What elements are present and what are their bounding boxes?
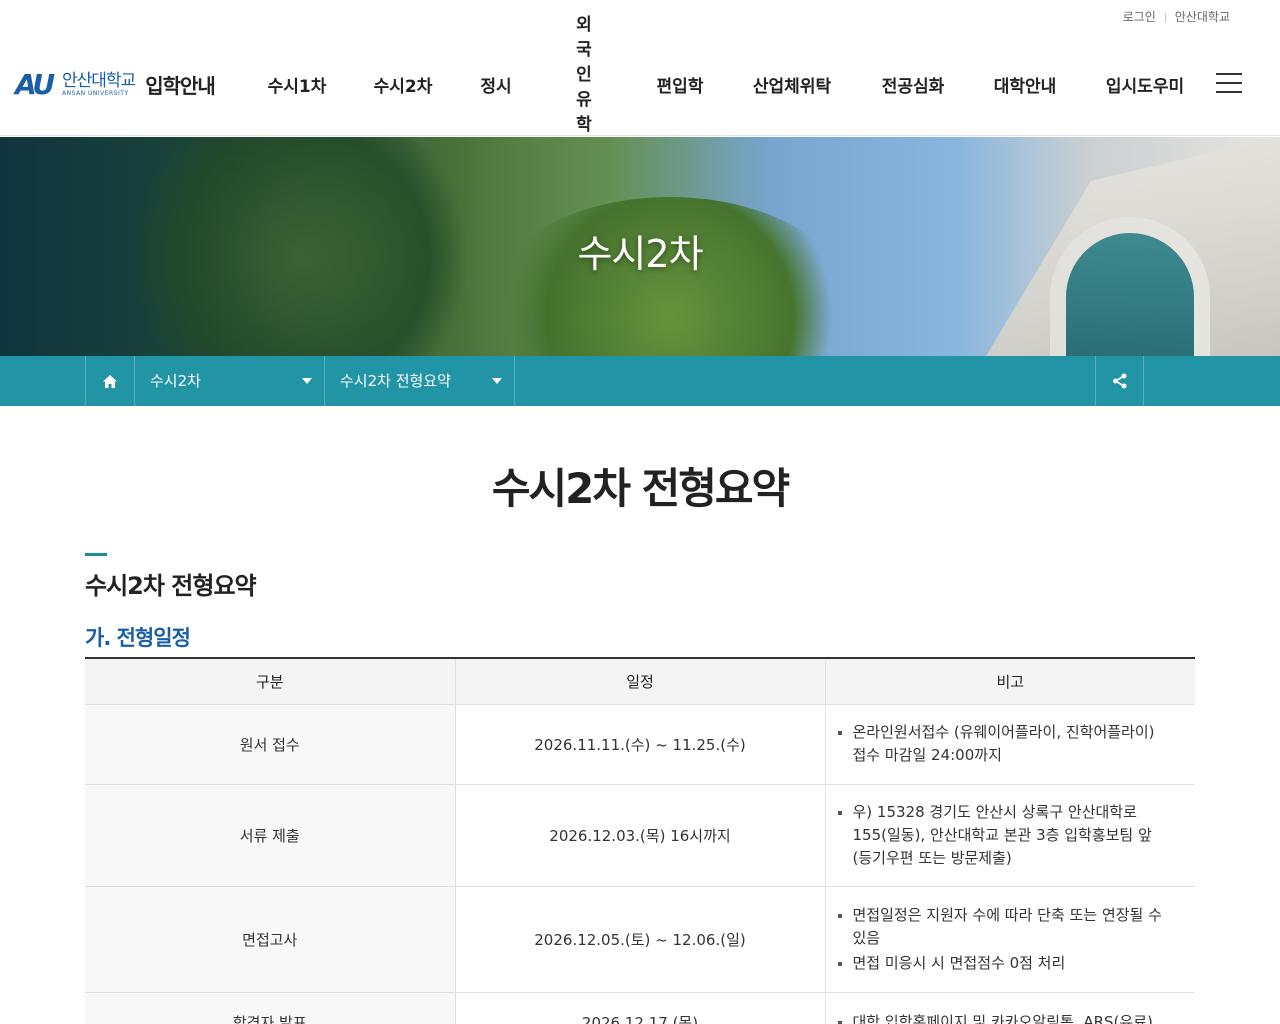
note-item: 면접 미응시 시 면접점수 0점 처리 bbox=[837, 952, 1176, 975]
schedule-table: 구분 일정 비고 원서 접수 2026.11.11.(수) ~ 11.25.(수… bbox=[85, 657, 1195, 1024]
logo-mark: AU bbox=[15, 68, 55, 101]
utility-links: 로그인 안산대학교 bbox=[1123, 8, 1230, 25]
subsection-title: 가. 전형일정 bbox=[85, 626, 191, 650]
table-row: 합격자 발표 2026.12.17.(목) 대학 입학홈페이지 및 카카오알림톡… bbox=[85, 992, 1195, 1024]
logo[interactable]: AU 안산대학교 ANSAN UNIVERSITY 입학안내 bbox=[15, 68, 216, 101]
nav-about[interactable]: 대학안내 bbox=[994, 75, 1057, 100]
table-header-row: 구분 일정 비고 bbox=[85, 658, 1195, 705]
row-category: 합격자 발표 bbox=[85, 992, 456, 1024]
table-header: 비고 bbox=[825, 658, 1195, 705]
home-icon bbox=[103, 374, 117, 388]
hero-banner: 수시2차 bbox=[0, 137, 1280, 356]
nav-transfer[interactable]: 편입학 bbox=[657, 75, 704, 100]
section-title: 수시2차 전형요약 bbox=[85, 572, 257, 600]
site-name: 입학안내 bbox=[145, 74, 216, 98]
note-item: 우) 15328 경기도 안산시 상록구 안산대학로 155(일동), 안산대학… bbox=[837, 801, 1176, 870]
row-category: 면접고사 bbox=[85, 886, 456, 993]
row-date: 2026.11.11.(수) ~ 11.25.(수) bbox=[455, 704, 826, 785]
row-category: 서류 제출 bbox=[85, 784, 456, 887]
table-row: 면접고사 2026.12.05.(토) ~ 12.06.(일) 면접일정은 지원… bbox=[85, 886, 1195, 993]
nav-industry[interactable]: 산업체위탁 bbox=[753, 75, 831, 100]
caret-down-icon bbox=[302, 378, 312, 384]
row-date: 2026.12.03.(목) 16시까지 bbox=[455, 784, 826, 887]
nav-advanced[interactable]: 전공심화 bbox=[882, 75, 945, 100]
row-category: 원서 접수 bbox=[85, 704, 456, 785]
hamburger-menu-icon[interactable] bbox=[1216, 73, 1242, 93]
note-item: 면접일정은 지원자 수에 따라 단축 또는 연장될 수 있음 bbox=[837, 904, 1176, 950]
global-header: AU 안산대학교 ANSAN UNIVERSITY 입학안내 수시1차 수시2차… bbox=[0, 15, 1280, 160]
location-depth1-label: 수시2차 bbox=[150, 372, 201, 390]
nav-susi2[interactable]: 수시2차 bbox=[374, 75, 433, 100]
hero-title: 수시2차 bbox=[577, 232, 703, 276]
location-depth2-label: 수시2차 전형요약 bbox=[340, 372, 451, 390]
row-notes: 우) 15328 경기도 안산시 상록구 안산대학로 155(일동), 안산대학… bbox=[825, 784, 1195, 887]
location-bar: 수시2차 수시2차 전형요약 bbox=[0, 356, 1280, 406]
login-link[interactable]: 로그인 bbox=[1123, 8, 1156, 25]
note-item: 온라인원서접수 (유웨이어플라이, 진학어플라이) 접수 마감일 24:00까지 bbox=[837, 721, 1176, 767]
logo-university: 안산대학교 ANSAN UNIVERSITY bbox=[62, 71, 136, 97]
page-title: 수시2차 전형요약 bbox=[491, 464, 790, 513]
nav-susi1[interactable]: 수시1차 bbox=[268, 75, 327, 100]
section-accent-bar bbox=[85, 553, 107, 556]
table-row: 원서 접수 2026.11.11.(수) ~ 11.25.(수) 온라인원서접수… bbox=[85, 704, 1195, 785]
location-dropdown-depth1[interactable]: 수시2차 bbox=[135, 356, 325, 406]
table-row: 서류 제출 2026.12.03.(목) 16시까지 우) 15328 경기도 … bbox=[85, 784, 1195, 887]
share-button[interactable] bbox=[1095, 356, 1144, 406]
university-link[interactable]: 안산대학교 bbox=[1175, 8, 1230, 25]
row-date: 2026.12.05.(토) ~ 12.06.(일) bbox=[455, 886, 826, 993]
table-header: 구분 bbox=[85, 658, 456, 705]
location-dropdown-depth2[interactable]: 수시2차 전형요약 bbox=[325, 356, 515, 406]
caret-down-icon bbox=[492, 378, 502, 384]
nav-helper[interactable]: 입시도우미 bbox=[1106, 75, 1184, 100]
home-button[interactable] bbox=[85, 356, 135, 406]
note-item: 대학 입학홈페이지 및 카카오알림톡, ARS(유료) bbox=[837, 1011, 1176, 1024]
share-icon bbox=[1112, 373, 1126, 389]
row-notes: 면접일정은 지원자 수에 따라 단축 또는 연장될 수 있음 면접 미응시 시 … bbox=[825, 886, 1195, 993]
divider bbox=[1164, 11, 1166, 22]
logo-university-ko: 안산대학교 bbox=[62, 71, 136, 91]
nav-jeongsi[interactable]: 정시 bbox=[480, 75, 511, 100]
row-notes: 대학 입학홈페이지 및 카카오알림톡, ARS(유료) bbox=[825, 992, 1195, 1024]
row-date: 2026.12.17.(목) bbox=[455, 992, 826, 1024]
table-header: 일정 bbox=[455, 658, 826, 705]
logo-university-en: ANSAN UNIVERSITY bbox=[62, 90, 129, 97]
row-notes: 온라인원서접수 (유웨이어플라이, 진학어플라이) 접수 마감일 24:00까지 bbox=[825, 704, 1195, 785]
